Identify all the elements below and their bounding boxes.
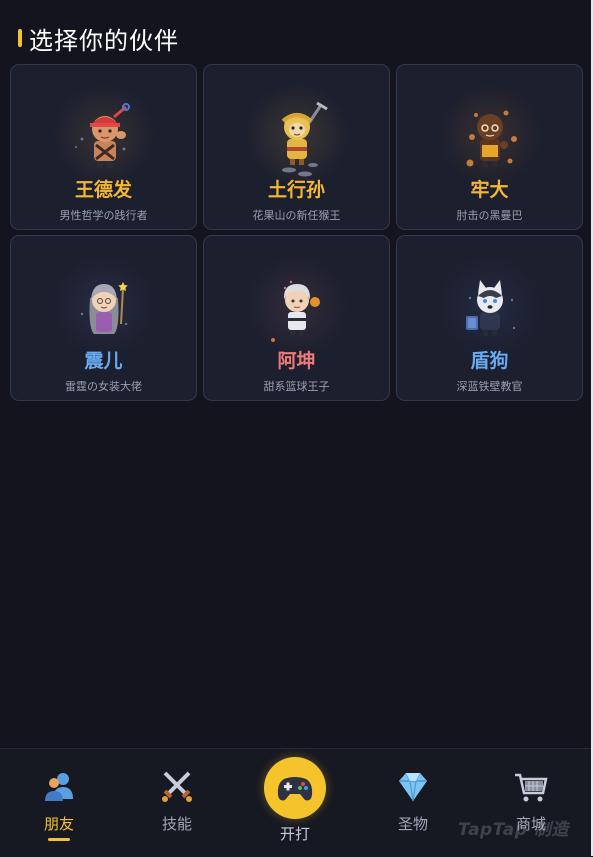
partner-name: 震儿 [84, 350, 123, 372]
partner-description: 甜系篮球王子 [263, 380, 330, 393]
watermark: TapTap 制造 [458, 820, 569, 840]
partner-name: 牢大 [470, 179, 509, 201]
monkey-king-avatar [281, 101, 328, 177]
nav-item-skills[interactable]: 技能 [118, 749, 236, 857]
partner-description: 男性哲学の践行者 [59, 209, 148, 222]
friends-icon [45, 773, 73, 801]
partner-name: 土行孙 [267, 179, 325, 201]
section-header: 选择你的伙伴 [18, 22, 179, 55]
gamepad-icon [277, 777, 313, 801]
play-button[interactable] [264, 757, 326, 819]
nav-item-play[interactable]: 开打 [236, 749, 354, 857]
nav-label: 圣物 [397, 815, 428, 833]
husky-guard-avatar [465, 280, 515, 336]
shopping-cart-icon [515, 773, 548, 802]
partner-name: 王德发 [74, 179, 132, 201]
partner-card-2[interactable]: 土行孙 花果山の新任猴王 [203, 64, 390, 230]
partner-description: 肘击の黑曼巴 [456, 209, 523, 222]
partner-name: 盾狗 [470, 350, 509, 372]
partner-card-1[interactable]: 王德发 男性哲学の践行者 [10, 64, 197, 230]
partner-card-6[interactable]: 盾狗 深蓝铁壁教官 [396, 235, 583, 401]
grey-hair-mage-avatar [80, 282, 128, 334]
page-title: 选择你的伙伴 [29, 26, 179, 55]
partner-name: 阿坤 [277, 350, 316, 372]
nav-label: 朋友 [43, 815, 74, 833]
partner-card-3[interactable]: 牢大 肘击の黑曼巴 [396, 64, 583, 230]
partner-description: 雷霆の女装大佬 [65, 380, 142, 393]
crossed-swords-icon [162, 771, 192, 802]
diamond-icon [399, 772, 427, 802]
partner-card-5[interactable]: 阿坤 甜系篮球王子 [203, 235, 390, 401]
nav-item-shop[interactable]: 商城 [472, 749, 590, 857]
active-indicator [48, 838, 70, 841]
partner-description: 花果山の新任猴王 [252, 209, 341, 222]
nav-item-relics[interactable]: 圣物 [354, 749, 472, 857]
dark-fighter-avatar [466, 110, 517, 167]
red-cap-warrior-avatar [74, 103, 130, 168]
partner-description: 深蓝铁壁教官 [456, 380, 523, 393]
white-hair-idol-avatar [270, 280, 320, 342]
header-accent-bar [18, 29, 22, 47]
nav-label: 技能 [161, 815, 192, 833]
nav-item-friends[interactable]: 朋友 [0, 749, 118, 857]
bottom-nav: 朋友 技能 开打 圣物 商城 [0, 748, 591, 857]
partner-card-4[interactable]: 震儿 雷霆の女装大佬 [10, 235, 197, 401]
nav-label: 开打 [279, 825, 310, 843]
partner-grid: 王德发 男性哲学の践行者 土行孙 花果山の新任猴王 牢大 肘击の黑曼巴 震儿 雷… [10, 64, 583, 401]
